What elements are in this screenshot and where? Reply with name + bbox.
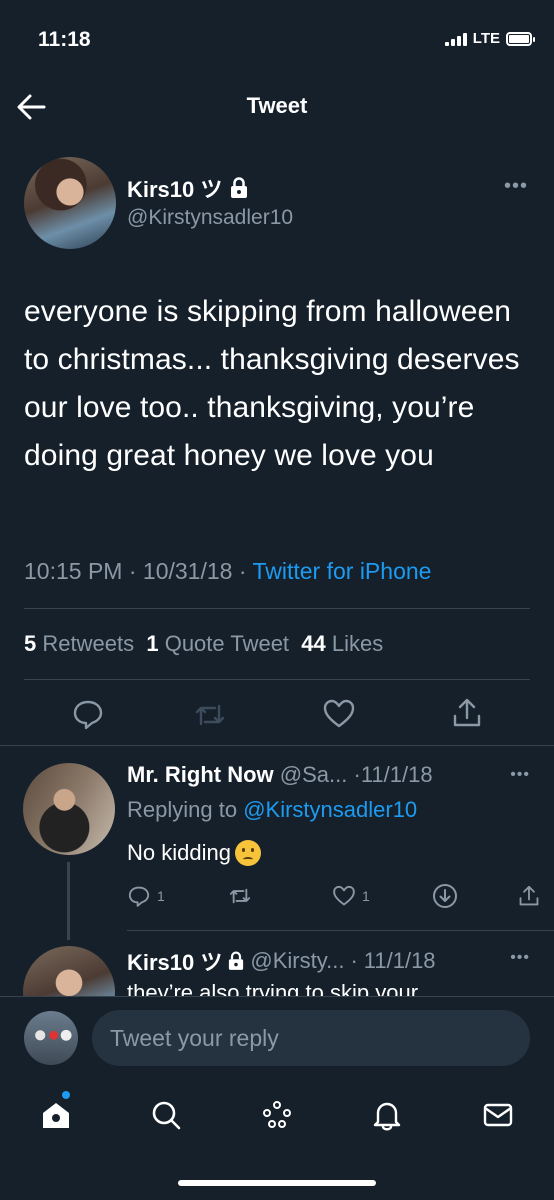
author-avatar[interactable]	[24, 157, 116, 249]
reply-date: 11/1/18	[363, 948, 436, 973]
reply-date: 11/1/18	[360, 762, 433, 787]
tweet-time: 10:15 PM	[24, 558, 123, 584]
thread-line	[67, 862, 70, 940]
reply-author-handle[interactable]: @Kirsty...	[250, 948, 344, 974]
more-icon[interactable]: •••	[504, 175, 528, 198]
reply-date-separator: ·	[350, 948, 358, 973]
user-avatar[interactable]	[24, 1011, 78, 1065]
reply-input[interactable]	[92, 1010, 530, 1066]
lock-icon	[229, 951, 244, 970]
search-icon	[152, 1101, 181, 1130]
like-icon	[333, 885, 355, 906]
tab-spaces[interactable]	[255, 1093, 299, 1137]
reply-reply-button[interactable]: 1	[127, 884, 165, 908]
likes-label: Likes	[331, 631, 384, 656]
reply-text: No kidding	[127, 840, 261, 866]
tweet-date: 10/31/18	[142, 558, 233, 584]
reply-date-separator: ·	[353, 762, 361, 787]
author-handle[interactable]: @Kirstynsadler10	[127, 206, 293, 230]
meta-separator: ·	[238, 558, 253, 584]
divider	[0, 745, 554, 746]
reply-avatar[interactable]	[23, 763, 115, 855]
quotes-label: Quote Tweet	[164, 631, 290, 656]
network-label: LTE	[472, 30, 500, 47]
retweet-icon	[229, 888, 251, 904]
reply-icon	[128, 886, 150, 907]
status-time: 11:18	[38, 28, 91, 51]
messages-icon	[483, 1103, 513, 1127]
retweet-icon	[195, 704, 225, 726]
status-indicators: LTE	[444, 30, 535, 47]
share-button[interactable]	[450, 696, 484, 730]
lock-icon	[231, 177, 248, 198]
notification-dot	[62, 1091, 70, 1099]
download-icon	[433, 884, 457, 908]
tab-messages[interactable]	[476, 1093, 520, 1137]
quotes-count: 1	[146, 631, 159, 656]
tweet-stats: 5 Retweets 1 Quote Tweet 44 Likes	[24, 631, 383, 657]
replying-to: Replying to @Kirstynsadler10	[127, 797, 417, 823]
reply-like-button[interactable]: 1	[332, 884, 370, 908]
home-icon	[43, 1103, 69, 1128]
download-button[interactable]	[432, 883, 458, 909]
like-icon	[323, 699, 355, 728]
reply-author-name[interactable]: Kirs10 ツ	[127, 945, 222, 977]
battery-icon	[506, 31, 535, 46]
retweets-label: Retweets	[42, 631, 135, 656]
reply-header: Mr. Right Now @Sa... ·11/1/18	[127, 762, 433, 788]
reply-author-handle[interactable]: @Sa...	[280, 762, 348, 787]
signal-icon	[444, 32, 467, 46]
author-name-text: Kirs10 ツ	[127, 177, 223, 202]
quotes-stat[interactable]: 1 Quote Tweet	[146, 631, 289, 656]
likes-stat[interactable]: 44 Likes	[301, 631, 383, 656]
tweet-text: everyone is skipping from halloween to c…	[24, 295, 520, 472]
reply-count: 1	[157, 888, 165, 904]
reply-header: Kirs10 ツ @Kirsty... · 11/1/18	[127, 945, 436, 977]
like-count: 1	[362, 888, 370, 904]
spaces-icon	[263, 1101, 291, 1128]
reply-icon	[73, 700, 103, 730]
like-button[interactable]	[322, 697, 356, 731]
page-title: Tweet	[246, 93, 308, 118]
retweet-button[interactable]	[193, 698, 227, 732]
reply-retweet-button[interactable]	[228, 884, 258, 908]
divider	[24, 608, 530, 609]
more-icon[interactable]: •••	[510, 949, 530, 967]
meta-separator: ·	[128, 558, 143, 584]
reply-text-content: No kidding	[127, 840, 231, 865]
reply-author-name[interactable]: Mr. Right Now	[127, 762, 274, 787]
tweet-source-link[interactable]: Twitter for iPhone	[252, 558, 431, 584]
home-indicator	[178, 1180, 376, 1186]
retweets-stat[interactable]: 5 Retweets	[24, 631, 134, 656]
confused-face-emoji	[234, 840, 261, 866]
divider	[24, 679, 530, 680]
share-icon	[519, 885, 539, 906]
tab-search[interactable]	[144, 1093, 188, 1137]
author-name[interactable]: Kirs10 ツ	[127, 172, 248, 204]
reply-button[interactable]	[71, 697, 105, 731]
replying-to-handle[interactable]: @Kirstynsadler10	[243, 797, 417, 822]
reply-share-button[interactable]	[517, 883, 541, 909]
tweet-meta: 10:15 PM · 10/31/18 · Twitter for iPhone	[24, 558, 431, 585]
notifications-icon	[373, 1102, 401, 1131]
share-icon	[453, 698, 481, 727]
divider	[127, 930, 554, 931]
likes-count: 44	[301, 631, 326, 656]
retweets-count: 5	[24, 631, 37, 656]
replying-prefix: Replying to	[127, 797, 238, 822]
tab-notifications[interactable]	[365, 1093, 409, 1137]
tab-home[interactable]	[34, 1093, 78, 1137]
more-icon[interactable]: •••	[510, 766, 530, 784]
